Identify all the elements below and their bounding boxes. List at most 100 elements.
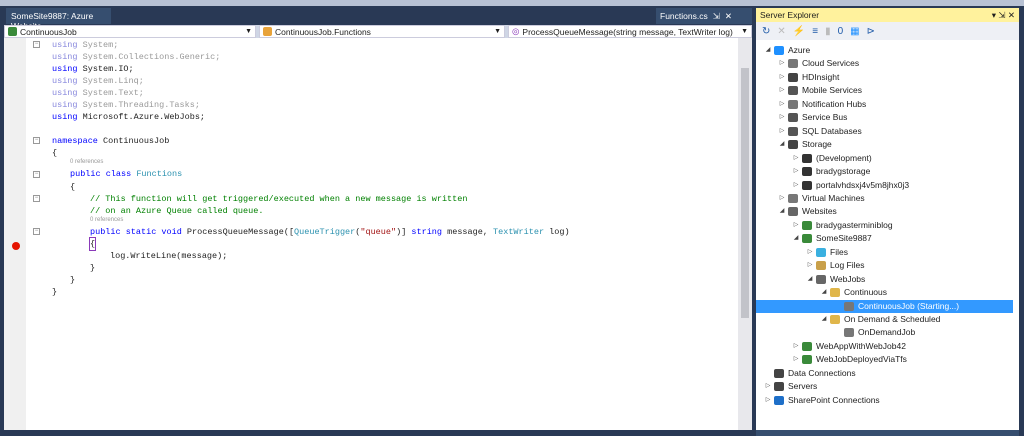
class-icon: [263, 27, 272, 36]
code-lens-references[interactable]: 0 references: [70, 158, 103, 166]
collapse-icon[interactable]: −: [33, 137, 40, 144]
expand-arrow-icon[interactable]: ▷: [790, 152, 802, 165]
expand-arrow-icon[interactable]: ▷: [790, 219, 802, 232]
expand-arrow-icon[interactable]: ▷: [790, 340, 802, 353]
expand-arrow-icon[interactable]: ▷: [776, 57, 788, 70]
node-icon: [788, 99, 798, 109]
tree-item-label: bradygasterminiblog: [816, 219, 893, 230]
tree-item[interactable]: ▷ portalvhdsxj4v5m8jhx0j3: [756, 179, 1013, 192]
refresh-icon[interactable]: ↻: [762, 26, 770, 37]
collapse-icon[interactable]: −: [33, 228, 40, 235]
tree-item-label: WebAppWithWebJob42: [816, 340, 906, 351]
collapse-arrow-icon[interactable]: ◢: [776, 205, 788, 218]
tree-item[interactable]: ▷ Log Files: [756, 259, 1013, 272]
tree-item[interactable]: Data Connections: [756, 367, 1013, 380]
project-dropdown[interactable]: ContinuousJob ▼: [4, 25, 256, 38]
tree-item[interactable]: ◢ Continuous: [756, 286, 1013, 299]
collapse-arrow-icon[interactable]: ◢: [790, 232, 802, 245]
collapse-arrow-icon[interactable]: ◢: [776, 138, 788, 151]
code-lens-references[interactable]: 0 references: [90, 216, 123, 224]
tree-item[interactable]: ▷ bradygasterminiblog: [756, 219, 1013, 232]
editor-vertical-scrollbar[interactable]: [738, 38, 752, 430]
node-icon: [788, 140, 798, 150]
filter-icon[interactable]: ⊳: [867, 26, 875, 37]
expand-arrow-icon[interactable]: ▷: [762, 380, 774, 393]
tree-item-label: portalvhdsxj4v5m8jhx0j3: [816, 179, 910, 190]
tab-functions-cs[interactable]: Functions.cs ⇲ ✕: [656, 8, 752, 24]
azure-icon[interactable]: ▦: [850, 26, 859, 37]
tree-item-label: WebJobDeployedViaTfs: [816, 354, 907, 365]
member-dropdown[interactable]: ◎ ProcessQueueMessage(string message, Tex…: [508, 25, 752, 38]
expand-arrow-icon[interactable]: ▷: [790, 179, 802, 192]
node-icon: [802, 180, 812, 190]
node-icon: [788, 72, 798, 82]
scrollbar-thumb[interactable]: [741, 68, 749, 318]
collapse-icon[interactable]: −: [33, 41, 40, 48]
chevron-down-icon: ▼: [741, 28, 748, 35]
tree-item[interactable]: ◢ Azure: [756, 44, 1013, 57]
tab-azure-website[interactable]: SomeSite9887: Azure Website: [6, 8, 111, 31]
expand-arrow-icon[interactable]: ▷: [804, 246, 816, 259]
tree-item[interactable]: ▷ SQL Databases: [756, 125, 1013, 138]
node-icon: [802, 220, 812, 230]
expand-arrow-icon[interactable]: ▷: [776, 71, 788, 84]
tree-item[interactable]: ▷ (Development): [756, 152, 1013, 165]
tree-item[interactable]: ▷ Files: [756, 246, 1013, 259]
node-icon: [788, 59, 798, 69]
node-icon: [774, 368, 784, 378]
tree-item[interactable]: ◢ SomeSite9887: [756, 232, 1013, 245]
code-line: }: [70, 275, 76, 285]
expand-arrow-icon[interactable]: ▷: [776, 125, 788, 138]
method-icon: ◎: [512, 26, 520, 36]
collapse-arrow-icon[interactable]: ◢: [804, 273, 816, 286]
connect-azure-icon[interactable]: ⚡: [793, 26, 805, 37]
expand-arrow-icon[interactable]: ▷: [790, 165, 802, 178]
add-connection-icon[interactable]: ≡: [812, 26, 818, 37]
panel-window-buttons[interactable]: ▾ ⇲ ✕: [992, 10, 1015, 20]
tree-item[interactable]: OnDemandJob: [756, 326, 1013, 339]
collapse-arrow-icon[interactable]: ◢: [818, 286, 830, 299]
tree-item[interactable]: ▷ SharePoint Connections: [756, 394, 1013, 407]
connect-server-icon[interactable]: 0: [838, 26, 844, 37]
expand-arrow-icon[interactable]: ▷: [776, 84, 788, 97]
tree-item[interactable]: ▷ Mobile Services: [756, 84, 1013, 97]
expand-arrow-icon[interactable]: ▷: [776, 111, 788, 124]
collapse-icon[interactable]: −: [33, 195, 40, 202]
expand-arrow-icon[interactable]: ▷: [776, 192, 788, 205]
breakpoint-icon[interactable]: [12, 242, 20, 250]
expand-arrow-icon[interactable]: ▷: [762, 394, 774, 407]
pin-icon[interactable]: ⇲: [713, 11, 720, 21]
tree-item[interactable]: ▷ HDInsight: [756, 71, 1013, 84]
tree-item-label: Log Files: [830, 260, 865, 271]
collapse-arrow-icon[interactable]: ◢: [818, 313, 830, 326]
connect-database-icon[interactable]: ▮: [825, 26, 831, 37]
stop-icon[interactable]: ✕: [777, 26, 785, 37]
tree-item[interactable]: ▷ Notification Hubs: [756, 98, 1013, 111]
tree-item[interactable]: ▷ Servers: [756, 380, 1013, 393]
tree-item[interactable]: ◢ Websites: [756, 205, 1013, 218]
expand-arrow-icon[interactable]: ▷: [790, 353, 802, 366]
code-line: }: [90, 263, 96, 273]
collapse-arrow-icon[interactable]: ◢: [762, 44, 774, 57]
class-dropdown[interactable]: ContinuousJob.Functions ▼: [259, 25, 505, 38]
close-icon[interactable]: ✕: [725, 11, 732, 21]
tree-item[interactable]: ContinuousJob (Starting...): [756, 299, 1013, 313]
expand-arrow-icon[interactable]: ▷: [804, 259, 816, 272]
expand-arrow-icon[interactable]: ▷: [776, 98, 788, 111]
tree-item[interactable]: ▷ Service Bus: [756, 111, 1013, 124]
tree-item[interactable]: ▷ WebAppWithWebJob42: [756, 340, 1013, 353]
tree-item[interactable]: ◢ WebJobs: [756, 273, 1013, 286]
tree-item[interactable]: ▷ WebJobDeployedViaTfs: [756, 353, 1013, 366]
collapse-icon[interactable]: −: [33, 171, 40, 178]
code-editor[interactable]: − − − − − using System; using System.Col…: [4, 38, 738, 430]
tree-item[interactable]: ◢ On Demand & Scheduled: [756, 313, 1013, 326]
tree-item-label: Service Bus: [802, 112, 848, 123]
breakpoint-margin[interactable]: [4, 38, 26, 430]
tree-item[interactable]: ▷ Virtual Machines: [756, 192, 1013, 205]
node-icon: [802, 153, 812, 163]
node-icon: [844, 328, 854, 338]
tree-item-label: Continuous: [844, 287, 888, 298]
tree-item[interactable]: ▷ bradygstorage: [756, 165, 1013, 178]
tree-item[interactable]: ▷ Cloud Services: [756, 57, 1013, 70]
tree-item[interactable]: ◢ Storage: [756, 138, 1013, 151]
